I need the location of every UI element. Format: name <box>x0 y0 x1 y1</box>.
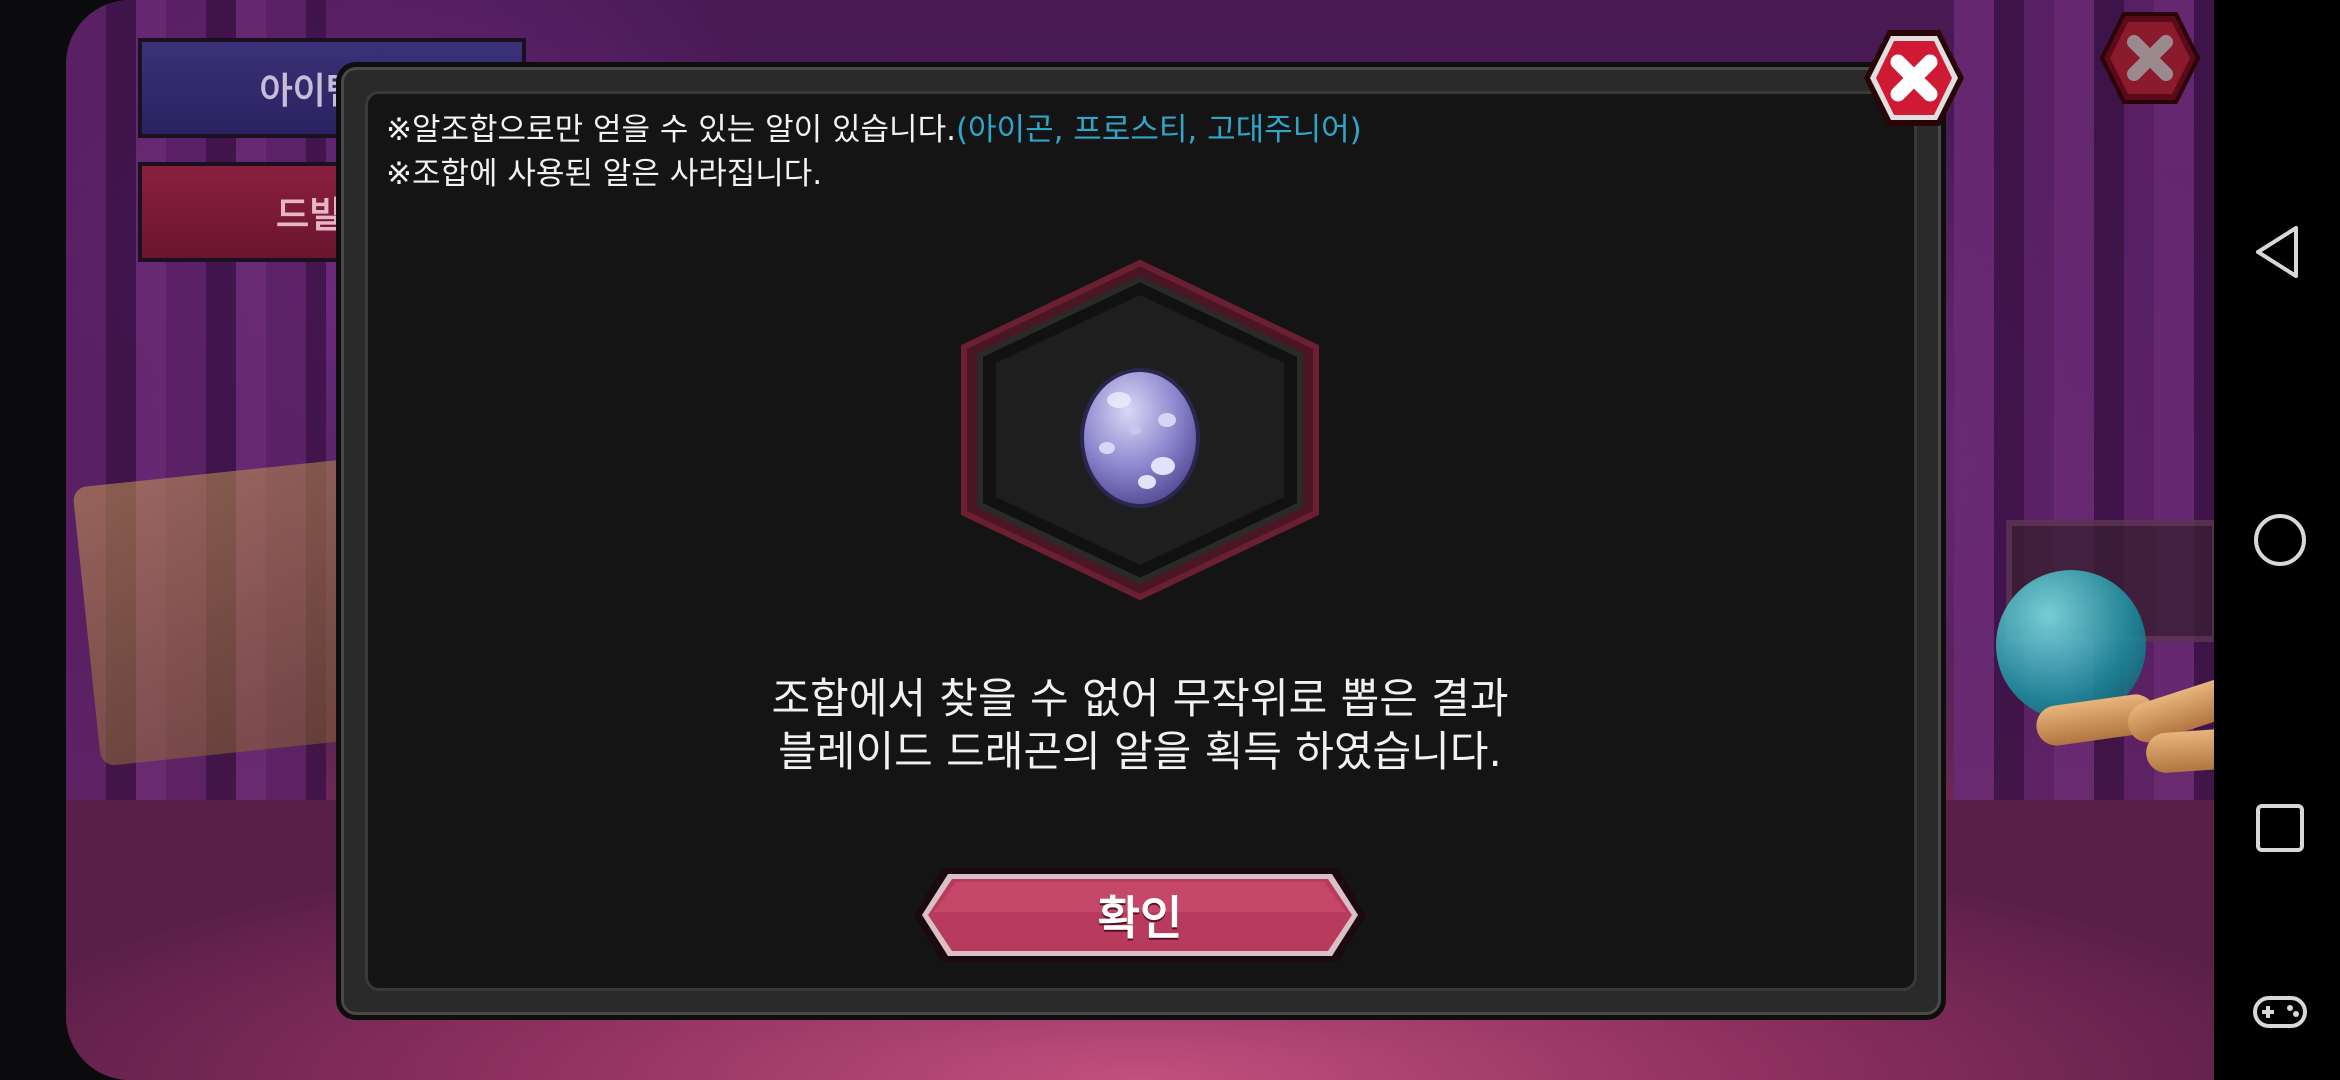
recents-square-icon[interactable] <box>2250 798 2310 858</box>
notice-text: ※알조합으로만 얻을 수 있는 알이 있습니다. <box>386 112 956 148</box>
background-close-button[interactable] <box>2098 10 2202 106</box>
gamepad-icon[interactable] <box>2250 982 2310 1042</box>
home-circle-icon[interactable] <box>2250 510 2310 570</box>
result-message-line-2: 블레이드 드래곤의 알을 획득 하였습니다. <box>778 727 1502 776</box>
result-message-line-1: 조합에서 찾을 수 없어 무작위로 뽑은 결과 <box>771 674 1509 723</box>
confirm-label: 확인 <box>1097 891 1183 945</box>
notice-egg-list: (아이곤, 프로스티, 고대주니어) <box>955 112 1362 148</box>
close-x-icon <box>2099 12 2201 104</box>
back-triangle-icon[interactable] <box>2250 222 2310 282</box>
confirm-button[interactable]: 확인 <box>912 866 1368 964</box>
notice-line-2: ※조합에 사용된 알은 사라집니다. <box>386 156 823 192</box>
notice-line-1: ※알조합으로만 얻을 수 있는 알이 있습니다.(아이곤, 프로스티, 고대주니… <box>386 104 1362 149</box>
purple-spotted-egg-icon <box>1077 360 1203 508</box>
dialog-close-button[interactable] <box>1860 26 1968 130</box>
close-x-icon <box>1864 30 1964 126</box>
